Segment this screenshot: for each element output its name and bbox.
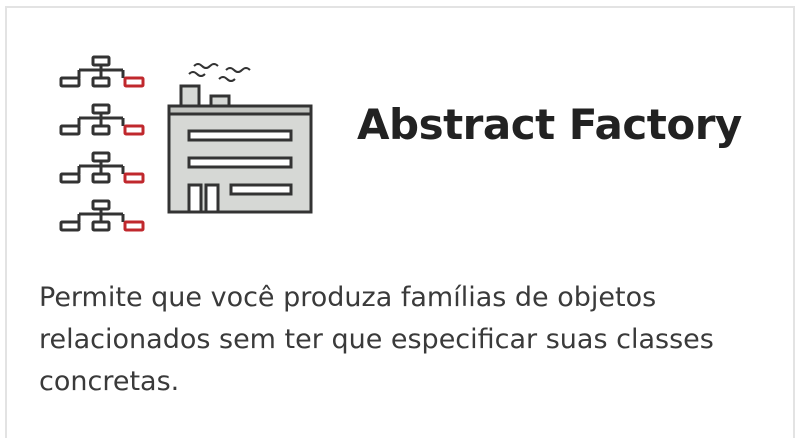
class-hierarchy-icon bbox=[59, 55, 145, 232]
pattern-card[interactable]: Abstract Factory Permite que você produz… bbox=[5, 6, 795, 438]
abstract-factory-illustration bbox=[59, 55, 313, 232]
pattern-title[interactable]: Abstract Factory bbox=[357, 100, 742, 150]
pattern-description: Permite que você produza famílias de obj… bbox=[39, 282, 714, 397]
factory-icon bbox=[167, 63, 313, 214]
